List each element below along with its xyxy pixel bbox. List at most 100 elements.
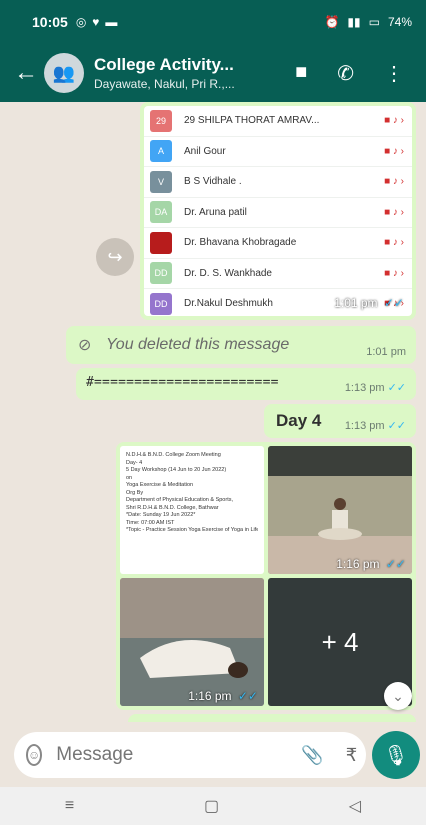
group-name: College Activity... xyxy=(94,55,234,74)
media-album[interactable]: N.D.H.& B.N.D. College Zoom Meeting Day- … xyxy=(116,442,416,710)
attach-icon[interactable]: 📎 xyxy=(301,745,323,766)
message-time: 1:01 pm xyxy=(366,346,406,358)
read-ticks-icon: ✓✓ xyxy=(382,557,406,571)
yoga-photo-2[interactable]: 1:16 pm ✓✓ xyxy=(120,578,264,706)
whatsapp-status-icon: ◎ xyxy=(75,15,87,29)
system-nav-bar: ≡ ▢ ◁ xyxy=(0,787,426,825)
document-line: Day- 4 xyxy=(126,459,143,466)
document-line: N.D.H.& B.N.D. College Zoom Meeting xyxy=(126,452,221,458)
mic-icon: 🎙 xyxy=(383,744,409,767)
day-message[interactable]: Day 4 1:13 pm ✓✓ xyxy=(264,404,416,438)
battery-level: 74% xyxy=(387,15,412,29)
contact-row: A Anil Gour ■ ♪ › xyxy=(144,137,412,167)
yoga-photo-1-drawing xyxy=(268,446,412,574)
read-ticks-icon: ✓✓ xyxy=(234,689,258,703)
scroll-down-icon[interactable]: ⌄ xyxy=(384,682,412,710)
document-line: Department of Physical Education & Sport… xyxy=(126,497,233,503)
blocked-icon: ⊘ xyxy=(78,337,92,354)
document-image[interactable]: N.D.H.& B.N.D. College Zoom Meeting Day- … xyxy=(120,446,264,574)
document-line: Time: 07:00 AM IST xyxy=(126,519,175,526)
chat-area[interactable]: ↪ 29 29 SHILPA THORAT AMRAV... ■ ♪ › A Anil … xyxy=(0,102,426,722)
battery-icon: ▭ xyxy=(368,15,380,29)
contact-avatar xyxy=(150,231,172,254)
contact-row: V B S Vidhale . ■ ♪ › xyxy=(144,167,412,198)
back-nav-icon[interactable]: ◁ xyxy=(349,796,361,816)
document-line: Yoga Exercise & Meditation xyxy=(126,482,194,488)
next-message-edge xyxy=(128,714,416,722)
message-status-icon: ▬ xyxy=(105,15,118,29)
status-bar: 10:05 ◎ ♥ ▬ ⏰ ▮▮ ▭ 74% xyxy=(0,0,426,44)
status-icons: ◎ ♥ ▬ xyxy=(76,15,118,29)
alarm-icon: ⏰ xyxy=(324,15,340,29)
document-line: *Topic - Practice Session Yoga Exercise … xyxy=(126,527,258,533)
forward-icon[interactable]: ↪ xyxy=(96,238,134,276)
signal-icon: ▮▮ xyxy=(347,15,361,29)
chat-title-block[interactable]: College Activity... Dayawate, Nakul, Pri… xyxy=(94,55,295,91)
hash-message[interactable]: #======================= 1:13 pm ✓✓ xyxy=(76,368,416,400)
document-line: *Date: Sunday 19 Jun 2022* xyxy=(126,512,196,518)
emoji-icon[interactable]: ☺ xyxy=(26,744,43,766)
contact-avatar: 29 xyxy=(150,109,172,132)
contact-row: Dr. Bhavana Khobragade ■ ♪ › xyxy=(144,228,412,259)
deleted-text: You deleted this message xyxy=(106,336,290,353)
group-members: Dayawate, Nakul, Pri R.,... xyxy=(94,77,235,91)
message-time: 1:13 pm ✓✓ xyxy=(344,420,406,432)
contacts-screenshot[interactable]: 29 29 SHILPA THORAT AMRAV... ■ ♪ › A Anil Go… xyxy=(144,106,412,316)
mic-button[interactable]: 🎙 xyxy=(372,731,420,779)
call-indicator-icon: ■ ♪ › xyxy=(384,267,404,279)
group-icon: 👥 xyxy=(52,62,76,83)
image-time: 1:01 pm ✓✓ xyxy=(334,296,404,310)
message-time: 1:13 pm ✓✓ xyxy=(344,382,406,394)
contact-name: Dr. D. S. Wankhade xyxy=(184,267,272,279)
image-message-contacts[interactable]: 29 29 SHILPA THORAT AMRAV... ■ ♪ › A Anil Go… xyxy=(140,102,416,320)
status-time: 10:05 xyxy=(32,14,68,30)
document-line: 5 Day Workshop (14 Jun to 20 Jun 2022) xyxy=(126,467,227,473)
day-text: Day 4 xyxy=(276,411,322,430)
deleted-message[interactable]: ⊘ You deleted this message 1:01 pm xyxy=(66,326,416,364)
contact-row: DD Dr. D. S. Wankhade ■ ♪ › xyxy=(144,259,412,289)
contact-row: 29 29 SHILPA THORAT AMRAV... ■ ♪ › xyxy=(144,106,412,137)
call-indicator-icon: ■ ♪ › xyxy=(384,115,404,127)
read-ticks-icon: ✓✓ xyxy=(387,420,406,432)
contact-avatar: DD xyxy=(150,262,172,285)
contact-row: DA Dr. Aruna patil ■ ♪ › xyxy=(144,198,412,228)
back-arrow-icon[interactable]: ← xyxy=(14,59,44,87)
yoga-photo-2-drawing xyxy=(120,578,264,706)
contact-avatar: DA xyxy=(150,201,172,224)
call-indicator-icon: ■ ♪ › xyxy=(384,145,404,157)
call-indicator-icon: ■ ♪ › xyxy=(384,176,404,188)
yoga-photo-1[interactable]: 1:16 pm ✓✓ xyxy=(268,446,412,574)
contact-name: 29 SHILPA THORAT AMRAV... xyxy=(184,115,320,127)
contact-name: Dr. Bhavana Khobragade xyxy=(184,237,297,249)
message-input[interactable] xyxy=(56,744,302,766)
header-actions: ■ ✆ ⋮ xyxy=(295,61,404,86)
contact-name: Anil Gour xyxy=(184,145,226,157)
contact-name: Dr. Aruna patil xyxy=(184,206,247,218)
heart-status-icon: ♥ xyxy=(92,15,100,29)
document-text: N.D.H.& B.N.D. College Zoom Meeting Day- … xyxy=(120,446,264,541)
contact-avatar: A xyxy=(150,140,172,163)
document-line: Org By xyxy=(126,489,144,496)
call-indicator-icon: ■ ♪ › xyxy=(384,206,404,218)
contact-name: B S Vidhale . xyxy=(184,176,242,188)
status-right: ⏰ ▮▮ ▭ 74% xyxy=(324,15,412,29)
photo-time: 1:16 pm ✓✓ xyxy=(336,557,406,571)
more-options-icon[interactable]: ⋮ xyxy=(384,61,404,86)
read-ticks-icon: ✓✓ xyxy=(380,296,404,310)
hash-text: #======================= xyxy=(86,375,279,390)
document-line: Shri R.D.H.& B.N.D. College, Bathwar xyxy=(126,504,219,511)
payment-icon[interactable]: ₹ xyxy=(346,745,357,766)
contact-avatar: DD xyxy=(150,292,172,315)
video-call-icon[interactable]: ■ xyxy=(295,61,307,86)
photo-time: 1:16 pm ✓✓ xyxy=(188,689,258,703)
document-line: on xyxy=(126,474,133,481)
chat-header: ← 👥 College Activity... Dayawate, Nakul,… xyxy=(0,44,426,102)
recents-nav-icon[interactable]: ≡ xyxy=(65,797,74,815)
voice-call-icon[interactable]: ✆ xyxy=(337,61,354,86)
contact-avatar: V xyxy=(150,170,172,193)
home-nav-icon[interactable]: ▢ xyxy=(204,796,219,816)
call-indicator-icon: ■ ♪ › xyxy=(384,237,404,249)
read-ticks-icon: ✓✓ xyxy=(387,382,406,394)
group-avatar[interactable]: 👥 xyxy=(44,53,84,93)
message-composer: ☺ 📎 ₹ ◉ xyxy=(14,732,395,778)
